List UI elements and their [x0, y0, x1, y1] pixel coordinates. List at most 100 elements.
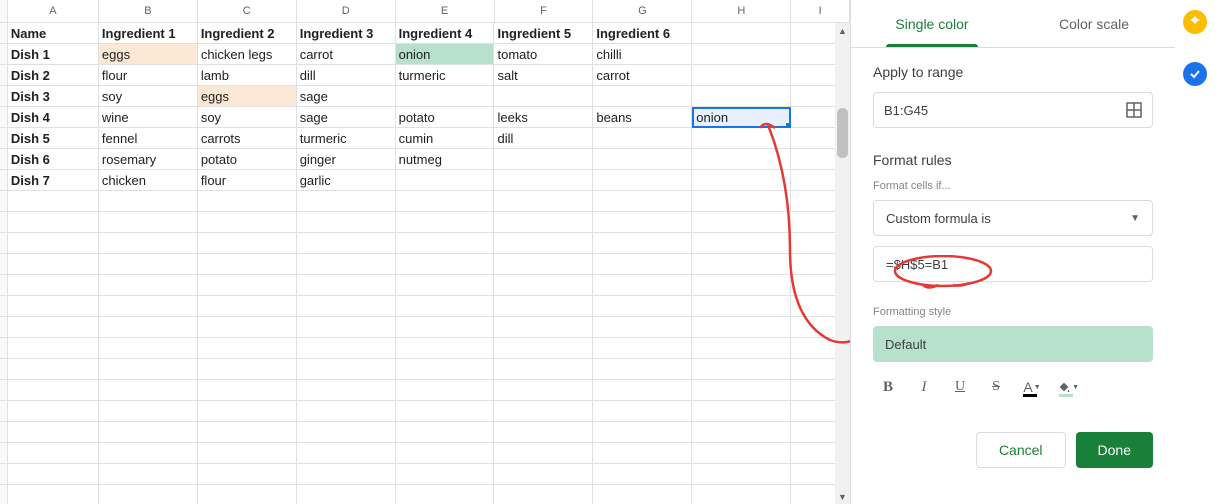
col-header-c[interactable]: C — [198, 0, 297, 23]
cell-h4[interactable] — [692, 86, 791, 107]
cell-a8[interactable]: Dish 7 — [8, 170, 99, 191]
tab-single-color[interactable]: Single color — [851, 0, 1013, 47]
cell-c4[interactable]: eggs — [198, 86, 297, 107]
grid-selector-icon[interactable] — [1126, 102, 1142, 118]
cell-e5[interactable]: potato — [396, 107, 495, 128]
cell-b8[interactable]: chicken — [99, 170, 198, 191]
col-header-g[interactable]: G — [593, 0, 692, 23]
cell-c2[interactable]: chicken legs — [198, 44, 297, 65]
cell-f5[interactable]: leeks — [494, 107, 593, 128]
cell-a2[interactable]: Dish 1 — [8, 44, 99, 65]
col-header-b[interactable]: B — [99, 0, 198, 23]
cell-e8[interactable] — [396, 170, 495, 191]
cell-d3[interactable]: dill — [297, 65, 396, 86]
cell-e7[interactable]: nutmeg — [396, 149, 495, 170]
cell-e3[interactable]: turmeric — [396, 65, 495, 86]
cell-f8[interactable] — [494, 170, 593, 191]
cell-a3[interactable]: Dish 2 — [8, 65, 99, 86]
cell-b2[interactable]: eggs — [99, 44, 198, 65]
col-header-a[interactable]: A — [8, 0, 99, 23]
col-header-i[interactable]: I — [791, 0, 850, 23]
cell-h2[interactable] — [692, 44, 791, 65]
text-color-button[interactable]: A▼ — [1021, 376, 1043, 398]
col-header-h[interactable]: H — [692, 0, 791, 23]
cell-g3[interactable]: carrot — [593, 65, 692, 86]
condition-select[interactable]: Custom formula is ▼ — [873, 200, 1153, 236]
cell-c7[interactable]: potato — [198, 149, 297, 170]
cell-h3[interactable] — [692, 65, 791, 86]
cell-g4[interactable] — [593, 86, 692, 107]
col-header-f[interactable]: F — [495, 0, 594, 23]
cell-g5[interactable]: beans — [593, 107, 692, 128]
cell-a1[interactable]: Name — [8, 23, 99, 44]
cell-c3[interactable]: lamb — [198, 65, 297, 86]
cell-f4[interactable] — [494, 86, 593, 107]
col-header-e[interactable]: E — [396, 0, 495, 23]
row-header-2[interactable] — [0, 44, 8, 65]
row-header-3[interactable] — [0, 65, 8, 86]
cell-a6[interactable]: Dish 5 — [8, 128, 99, 149]
row-header-6[interactable] — [0, 128, 8, 149]
range-input[interactable]: B1:G45 — [873, 92, 1153, 128]
cell-d2[interactable]: carrot — [297, 44, 396, 65]
cell-f2[interactable]: tomato — [494, 44, 593, 65]
style-preview[interactable]: Default — [873, 326, 1153, 362]
scroll-down-icon[interactable]: ▼ — [835, 489, 850, 504]
cancel-button[interactable]: Cancel — [976, 432, 1066, 468]
cell-f6[interactable]: dill — [494, 128, 593, 149]
cell-f7[interactable] — [494, 149, 593, 170]
cell-e2[interactable]: onion — [396, 44, 495, 65]
cell-f1[interactable]: Ingredient 5 — [494, 23, 593, 44]
cell-h8[interactable] — [692, 170, 791, 191]
cell-d1[interactable]: Ingredient 3 — [297, 23, 396, 44]
scrollbar-thumb[interactable] — [837, 108, 848, 158]
cell-c5[interactable]: soy — [198, 107, 297, 128]
cell-d6[interactable]: turmeric — [297, 128, 396, 149]
cell-d4[interactable]: sage — [297, 86, 396, 107]
italic-button[interactable]: I — [913, 376, 935, 398]
scroll-up-icon[interactable]: ▲ — [835, 23, 850, 38]
cell-d8[interactable]: garlic — [297, 170, 396, 191]
cell-d7[interactable]: ginger — [297, 149, 396, 170]
cell-b7[interactable]: rosemary — [99, 149, 198, 170]
row-header-1[interactable] — [0, 23, 8, 44]
cell-h7[interactable] — [692, 149, 791, 170]
row-header-4[interactable] — [0, 86, 8, 107]
cell-h6[interactable] — [692, 128, 791, 149]
cell-b4[interactable]: soy — [99, 86, 198, 107]
tab-color-scale[interactable]: Color scale — [1013, 0, 1175, 47]
select-all-corner[interactable] — [0, 0, 8, 23]
cell-e1[interactable]: Ingredient 4 — [396, 23, 495, 44]
vertical-scrollbar[interactable]: ▲ ▼ — [835, 23, 850, 504]
cell-c8[interactable]: flour — [198, 170, 297, 191]
cell-g1[interactable]: Ingredient 6 — [593, 23, 692, 44]
cell-e4[interactable] — [396, 86, 495, 107]
cell-g6[interactable] — [593, 128, 692, 149]
cell-c1[interactable]: Ingredient 2 — [198, 23, 297, 44]
explore-icon[interactable] — [1183, 10, 1207, 34]
strikethrough-button[interactable]: S — [985, 376, 1007, 398]
underline-button[interactable]: U — [949, 376, 971, 398]
col-header-d[interactable]: D — [297, 0, 396, 23]
cell-a5[interactable]: Dish 4 — [8, 107, 99, 128]
row-header-8[interactable] — [0, 170, 8, 191]
cell-d5[interactable]: sage — [297, 107, 396, 128]
cell-h1[interactable] — [692, 23, 791, 44]
cell-c6[interactable]: carrots — [198, 128, 297, 149]
fill-color-button[interactable]: ▼ — [1057, 376, 1079, 398]
cell-b1[interactable]: Ingredient 1 — [99, 23, 198, 44]
done-button[interactable]: Done — [1076, 432, 1153, 468]
cell-b5[interactable]: wine — [99, 107, 198, 128]
row-header-7[interactable] — [0, 149, 8, 170]
cell-g2[interactable]: chilli — [593, 44, 692, 65]
cell-a7[interactable]: Dish 6 — [8, 149, 99, 170]
cell-b3[interactable]: flour — [99, 65, 198, 86]
cell-g8[interactable] — [593, 170, 692, 191]
bold-button[interactable]: B — [877, 376, 899, 398]
cell-f3[interactable]: salt — [494, 65, 593, 86]
formula-input[interactable]: =$H$5=B1 — [873, 246, 1153, 282]
checkmark-badge-icon[interactable] — [1183, 62, 1207, 86]
row-header-5[interactable] — [0, 107, 8, 128]
cell-e6[interactable]: cumin — [396, 128, 495, 149]
cell-h5-selected[interactable]: onion — [692, 107, 791, 128]
